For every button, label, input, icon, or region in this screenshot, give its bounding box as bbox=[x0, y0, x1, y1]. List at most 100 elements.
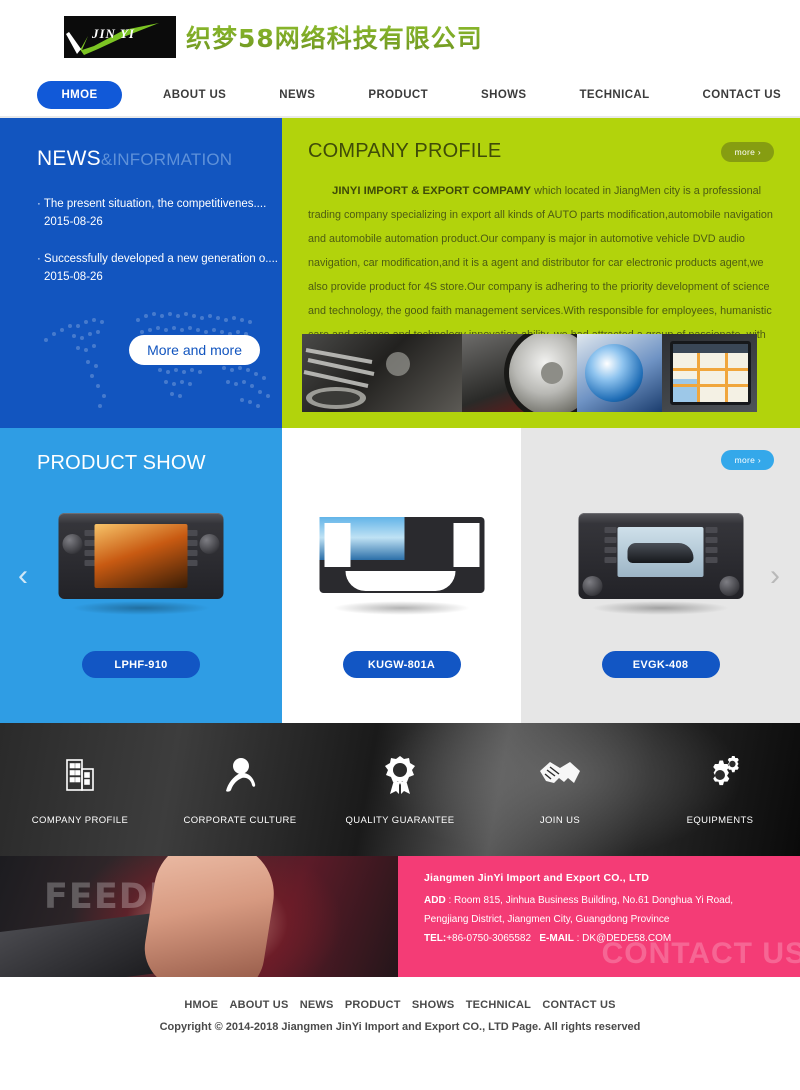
footer-nav-item-shows[interactable]: SHOWS bbox=[412, 999, 455, 1011]
service-item-join-us[interactable]: JOIN US bbox=[480, 753, 640, 826]
dvd-buttons-left bbox=[604, 526, 616, 567]
gps-water bbox=[673, 378, 699, 402]
person-icon bbox=[160, 753, 320, 797]
service-label: EQUIPMENTS bbox=[686, 815, 754, 826]
product-image-2[interactable] bbox=[319, 513, 484, 623]
service-item-company-profile[interactable]: COMPANY PROFILE bbox=[0, 753, 160, 826]
feedback-panel[interactable]: FEEDBACK bbox=[0, 856, 398, 977]
news-title-sub: &INFORMATION bbox=[100, 150, 233, 169]
nav-item-shows[interactable]: SHOWS bbox=[471, 89, 536, 101]
contact-tel-label: TEL: bbox=[424, 933, 447, 944]
frame-cutout-right bbox=[453, 523, 479, 567]
contact-panel: CONTACT US Jiangmen JinYi Import and Exp… bbox=[398, 856, 800, 977]
company-name-cn: 织梦58网络科技有限公司 bbox=[186, 19, 483, 55]
news-title-main: NEWS bbox=[37, 147, 101, 170]
footer-nav: HMOE ABOUT US NEWS PRODUCT SHOWS TECHNIC… bbox=[0, 999, 800, 1011]
product-image-3[interactable] bbox=[578, 513, 743, 623]
product-show-title: PRODUCT SHOW bbox=[37, 452, 206, 474]
product-slide-3: more › › EVGK-408 bbox=[521, 428, 800, 723]
product-image-1[interactable] bbox=[58, 513, 224, 623]
gps-titlebar bbox=[673, 344, 748, 353]
finger-decoration bbox=[139, 856, 281, 977]
service-item-corporate-culture[interactable]: CORPORATE CULTURE bbox=[160, 753, 320, 826]
contact-email-value[interactable]: : DK@DEDE58.COM bbox=[574, 933, 672, 944]
service-label: QUALITY GUARANTEE bbox=[345, 815, 455, 826]
news-item-date: 2015-08-26 bbox=[44, 216, 103, 228]
services-row: COMPANY PROFILE CORPORATE CULTURE QUALIT… bbox=[0, 723, 800, 856]
product-show-row: PRODUCT SHOW ‹ LPHF-910 KUGW-801A more ›… bbox=[0, 428, 800, 723]
gps-road bbox=[673, 384, 748, 387]
dvd-knob-left-icon bbox=[582, 576, 602, 596]
site-footer: HMOE ABOUT US NEWS PRODUCT SHOWS TECHNIC… bbox=[0, 977, 800, 1090]
company-profile-banner-image bbox=[302, 334, 757, 412]
news-list-item[interactable]: · The present situation, the competitive… bbox=[37, 195, 266, 231]
nav-item-product[interactable]: PRODUCT bbox=[358, 89, 438, 101]
banner-auto-parts bbox=[302, 334, 462, 412]
news-item-title[interactable]: · Successfully developed a new generatio… bbox=[37, 250, 278, 268]
site-logo[interactable]: JIN YI 织梦58网络科技有限公司 bbox=[64, 15, 483, 58]
dvd-knob-left-icon bbox=[62, 533, 83, 554]
contact-address-value: : Room 815, Jinhua Business Building, No… bbox=[424, 895, 734, 925]
nav-item-hmoe[interactable]: HMOE bbox=[37, 80, 122, 109]
banner-tech-orb bbox=[577, 334, 662, 412]
carousel-next-arrow[interactable]: › bbox=[770, 560, 780, 591]
nav-item-contact-us[interactable]: CONTACT US bbox=[693, 89, 792, 101]
service-item-equipments[interactable]: EQUIPMENTS bbox=[640, 753, 800, 826]
service-label: CORPORATE CULTURE bbox=[183, 815, 297, 826]
product-name-button-1[interactable]: LPHF-910 bbox=[82, 651, 200, 678]
car-dvd-unit bbox=[578, 513, 743, 599]
nav-item-about-us[interactable]: ABOUT US bbox=[153, 89, 236, 101]
company-profile-more-button[interactable]: more › bbox=[720, 142, 774, 162]
contact-tel-value: +86-0750-3065582 bbox=[446, 933, 532, 944]
dvd-knob-right-icon bbox=[199, 533, 220, 554]
news-more-button[interactable]: More and more bbox=[129, 335, 260, 365]
nav-item-technical[interactable]: TECHNICAL bbox=[570, 89, 660, 101]
dvd-buttons-right bbox=[185, 530, 198, 570]
dvd-screen-preview bbox=[94, 524, 188, 588]
footer-nav-item-hmoe[interactable]: HMOE bbox=[184, 999, 218, 1011]
news-list-item[interactable]: · Successfully developed a new generatio… bbox=[37, 250, 278, 286]
product-shadow bbox=[591, 601, 730, 615]
feedback-contact-row: FEEDBACK CONTACT US Jiangmen JinYi Impor… bbox=[0, 856, 800, 977]
footer-nav-item-contact-us[interactable]: CONTACT US bbox=[542, 999, 615, 1011]
dvd-buttons-right bbox=[705, 526, 717, 567]
contact-address-label: ADD bbox=[424, 895, 446, 906]
footer-copyright: Copyright © 2014-2018 Jiangmen JinYi Imp… bbox=[159, 1021, 641, 1033]
main-nav: HMOE ABOUT US NEWS PRODUCT SHOWS TECHNIC… bbox=[0, 73, 800, 118]
nav-item-news[interactable]: NEWS bbox=[269, 89, 325, 101]
footer-nav-item-about-us[interactable]: ABOUT US bbox=[229, 999, 288, 1011]
keyboard-decoration bbox=[0, 912, 164, 977]
product-name-button-3[interactable]: EVGK-408 bbox=[601, 651, 720, 678]
company-profile-lead: JINYI IMPORT & EXPORT COMPAMY bbox=[332, 185, 532, 197]
frame-cutout-bottom bbox=[345, 571, 455, 591]
gears-icon bbox=[640, 753, 800, 797]
logo-text: JIN YI bbox=[92, 25, 135, 41]
banner-wheel bbox=[462, 334, 577, 412]
footer-nav-item-news[interactable]: NEWS bbox=[300, 999, 334, 1011]
car-dvd-unit bbox=[58, 513, 224, 599]
site-header: JIN YI 织梦58网络科技有限公司 bbox=[0, 0, 800, 73]
gps-map-screen bbox=[670, 341, 751, 405]
footer-nav-item-product[interactable]: PRODUCT bbox=[345, 999, 401, 1011]
handshake-icon bbox=[480, 753, 640, 797]
contact-tel-email-line: TEL:+86-0750-3065582 E-MAIL : DK@DEDE58.… bbox=[424, 929, 780, 948]
car-dash-frame bbox=[319, 517, 484, 593]
product-name-button-2[interactable]: KUGW-801A bbox=[342, 651, 461, 678]
service-item-quality-guarantee[interactable]: QUALITY GUARANTEE bbox=[320, 753, 480, 826]
product-shadow bbox=[332, 601, 471, 615]
banner-gps-device bbox=[662, 334, 757, 412]
wrench-tools-icon bbox=[303, 348, 410, 409]
news-title: NEWS&INFORMATION bbox=[37, 147, 260, 171]
carousel-prev-arrow[interactable]: ‹ bbox=[18, 560, 28, 591]
award-ribbon-icon bbox=[320, 753, 480, 797]
dvd-knob-right-icon bbox=[719, 576, 739, 596]
tech-orb-icon bbox=[585, 344, 643, 402]
contact-address-line: ADD : Room 815, Jinhua Business Building… bbox=[424, 891, 780, 929]
product-show-more-button[interactable]: more › bbox=[720, 450, 774, 470]
news-item-title[interactable]: · The present situation, the competitive… bbox=[37, 195, 266, 213]
company-profile-title: COMPANY PROFILE bbox=[308, 140, 502, 162]
product-slide-2: KUGW-801A bbox=[282, 428, 521, 723]
product-slide-1: PRODUCT SHOW ‹ LPHF-910 bbox=[0, 428, 282, 723]
footer-nav-item-technical[interactable]: TECHNICAL bbox=[466, 999, 531, 1011]
building-icon bbox=[0, 753, 160, 797]
